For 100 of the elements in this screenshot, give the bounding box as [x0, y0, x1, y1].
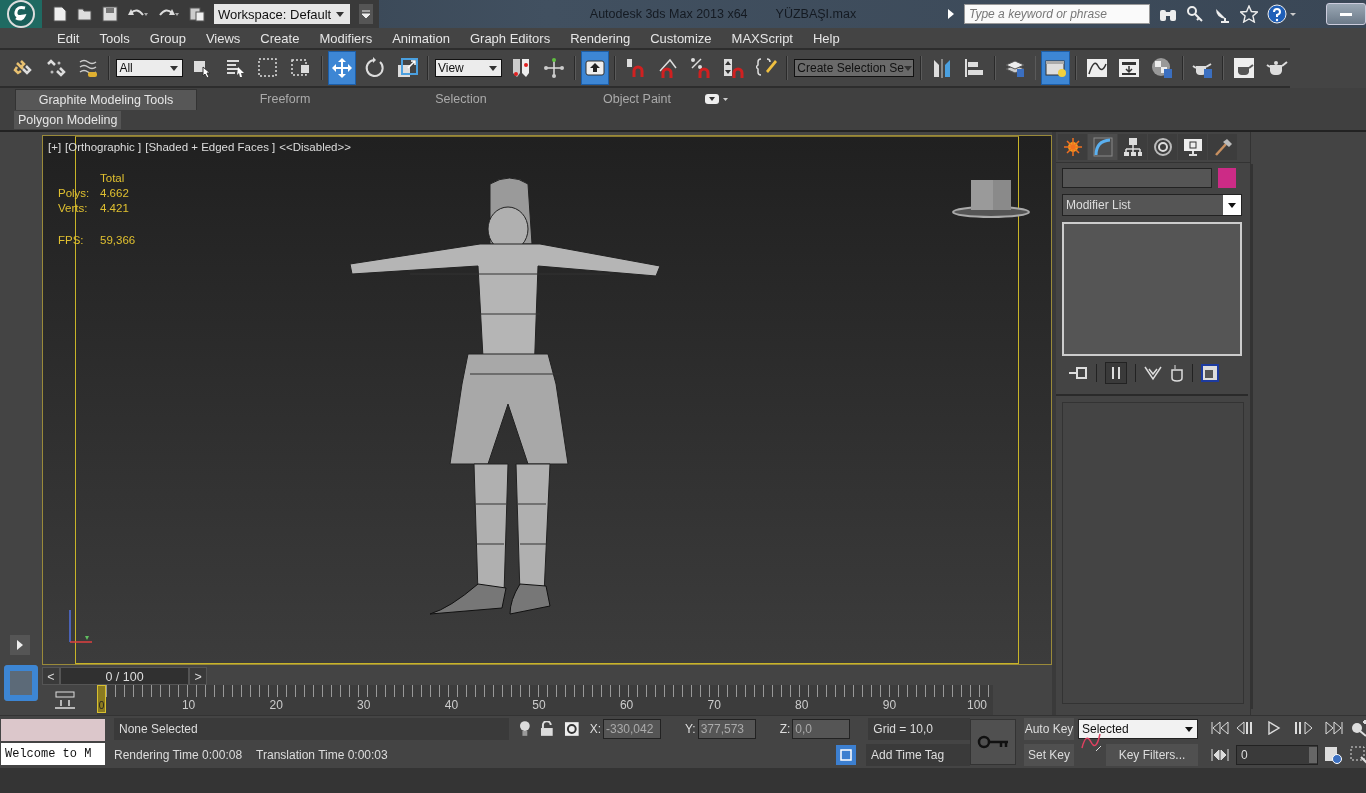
- go-to-end-icon[interactable]: [1324, 721, 1344, 735]
- funnel-icon[interactable]: [1144, 365, 1162, 381]
- current-frame-marker[interactable]: 0: [97, 685, 106, 713]
- next-frame-icon[interactable]: [1292, 721, 1313, 735]
- magnet-icon: [624, 57, 647, 79]
- pin-icon[interactable]: [1068, 365, 1088, 381]
- bulb-icon[interactable]: [518, 720, 531, 738]
- transform-mode-icon[interactable]: [564, 721, 580, 737]
- command-panel-tab[interactable]: [1178, 134, 1207, 160]
- menu-item[interactable]: Help: [813, 30, 840, 46]
- key-mode-dropdown[interactable]: Selected: [1078, 719, 1198, 739]
- menu-item[interactable]: Group: [149, 30, 186, 46]
- frame-number: 80: [795, 698, 809, 712]
- modifier-stack-list[interactable]: [1062, 222, 1242, 356]
- frame-number: 10: [181, 698, 196, 712]
- time-configuration-icon[interactable]: [1324, 746, 1342, 764]
- curve-editor-icon: [1085, 57, 1108, 79]
- toolbar-dropdown[interactable]: All: [116, 59, 184, 77]
- cup-icon[interactable]: [1170, 364, 1184, 382]
- listener-output-field[interactable]: Welcome to M: [1, 743, 105, 765]
- toolbar-dropdown[interactable]: View: [435, 59, 502, 77]
- configure-icon[interactable]: [1201, 364, 1219, 382]
- crosshair-icon: [543, 57, 566, 79]
- track-bar[interactable]: 0 10 20 30 40 50 60 70 80 90 100: [97, 685, 993, 715]
- curve-arc-icon: [1092, 137, 1113, 157]
- window-title: Autodesk 3ds Max 2013 x64: [589, 7, 748, 21]
- list-cursor-icon: [224, 57, 247, 79]
- project-folder-icon[interactable]: [189, 6, 205, 22]
- play-arrow-icon[interactable]: [947, 8, 955, 20]
- minimize-button[interactable]: [1326, 3, 1366, 25]
- scale-icon: [396, 57, 419, 79]
- key-filters-button[interactable]: Key Filters...: [1106, 744, 1198, 766]
- frame-number: 70: [707, 698, 721, 712]
- menu-item[interactable]: Animation: [392, 30, 450, 46]
- pause-icon[interactable]: [1105, 362, 1127, 384]
- stats-value: 4.421: [100, 202, 130, 214]
- unlink-icon: [45, 57, 68, 79]
- expand-button[interactable]: [10, 635, 30, 655]
- menu-item[interactable]: Rendering: [570, 30, 631, 46]
- command-panel-tab[interactable]: [1208, 134, 1237, 160]
- lock-icon[interactable]: [540, 721, 554, 737]
- align-icon: [963, 57, 986, 79]
- new-file-icon[interactable]: [52, 6, 68, 22]
- menu-item[interactable]: Create: [260, 30, 300, 46]
- view-cube-drawing[interactable]: [951, 178, 1031, 218]
- menu-item[interactable]: Views: [205, 30, 241, 46]
- object-name-field[interactable]: [1062, 168, 1212, 188]
- braces-pencil-icon: [756, 57, 778, 79]
- ribbon-tab[interactable]: Selection: [373, 89, 549, 109]
- command-panel-tab[interactable]: [1118, 134, 1147, 160]
- search-field[interactable]: Type a keyword or phrase: [964, 4, 1150, 24]
- ribbon-options-icon[interactable]: [705, 94, 729, 104]
- curve-icon[interactable]: [1080, 732, 1102, 752]
- help-icon[interactable]: [1267, 4, 1297, 24]
- hammer-icon: [1212, 137, 1233, 157]
- viewport-label[interactable]: <<Disabled>>: [279, 141, 351, 153]
- current-frame-field[interactable]: 0: [1236, 745, 1318, 765]
- play-icon[interactable]: [1267, 721, 1282, 735]
- add-time-tag-button[interactable]: Add Time Tag: [866, 744, 970, 766]
- frame-number: 100: [967, 698, 987, 712]
- key-icon[interactable]: [1186, 5, 1204, 23]
- key-mode-toggle-icon[interactable]: [1210, 748, 1230, 762]
- zoom-icon[interactable]: [1350, 719, 1366, 737]
- frame-number: 40: [444, 698, 459, 712]
- go-to-start-icon[interactable]: [1210, 721, 1230, 735]
- command-panel-tab[interactable]: [1148, 134, 1177, 160]
- viewport-label[interactable]: [Shaded + Edged Faces ]: [145, 141, 276, 153]
- ribbon-tab[interactable]: Graphite Modeling Tools: [15, 88, 197, 110]
- selection-region-icon[interactable]: [1350, 746, 1366, 764]
- auto-key-button[interactable]: Auto Key: [1024, 718, 1074, 740]
- set-key-mode-button[interactable]: Set Key: [1024, 744, 1074, 766]
- stats-value: 59,366: [100, 234, 136, 246]
- ribbon-tab[interactable]: Object Paint: [549, 89, 725, 109]
- ribbon-panel-tab[interactable]: Polygon Modeling: [14, 111, 122, 129]
- track-bar-toggle-icon[interactable]: [53, 690, 77, 710]
- menu-item[interactable]: Modifiers: [319, 30, 373, 46]
- ribbon-tab[interactable]: Freeform: [197, 89, 373, 109]
- workspace-dropdown[interactable]: Workspace: Default: [214, 4, 350, 24]
- open-folder-icon[interactable]: [77, 6, 93, 22]
- menu-item[interactable]: MAXScript: [731, 30, 793, 46]
- command-panel-tab[interactable]: [1058, 134, 1087, 160]
- menu-item[interactable]: Tools: [99, 30, 130, 46]
- toolbar-button[interactable]: [581, 52, 609, 84]
- menu-item[interactable]: Customize: [650, 30, 712, 46]
- save-icon[interactable]: [102, 6, 118, 22]
- star-icon[interactable]: [1240, 5, 1258, 23]
- stats-header: Total: [100, 172, 126, 184]
- folder-bulb-icon: [1044, 57, 1067, 79]
- menu-item[interactable]: Edit: [57, 30, 80, 46]
- listener-input-field[interactable]: [1, 719, 105, 741]
- viewport-label[interactable]: [+]: [48, 141, 62, 153]
- modifier-list-dropdown[interactable]: Modifier List: [1062, 194, 1242, 216]
- toolbar-dropdown[interactable]: Create Selection Se: [794, 59, 915, 77]
- teapot-icon: [1232, 57, 1255, 79]
- object-color-swatch[interactable]: [1218, 168, 1236, 188]
- time-tag-toggle-icon[interactable]: [836, 745, 856, 765]
- key-icon: [977, 735, 1009, 749]
- menu-item[interactable]: Graph Editors: [469, 30, 551, 46]
- application-button[interactable]: [0, 0, 42, 28]
- toolbar-button[interactable]: [328, 52, 356, 84]
